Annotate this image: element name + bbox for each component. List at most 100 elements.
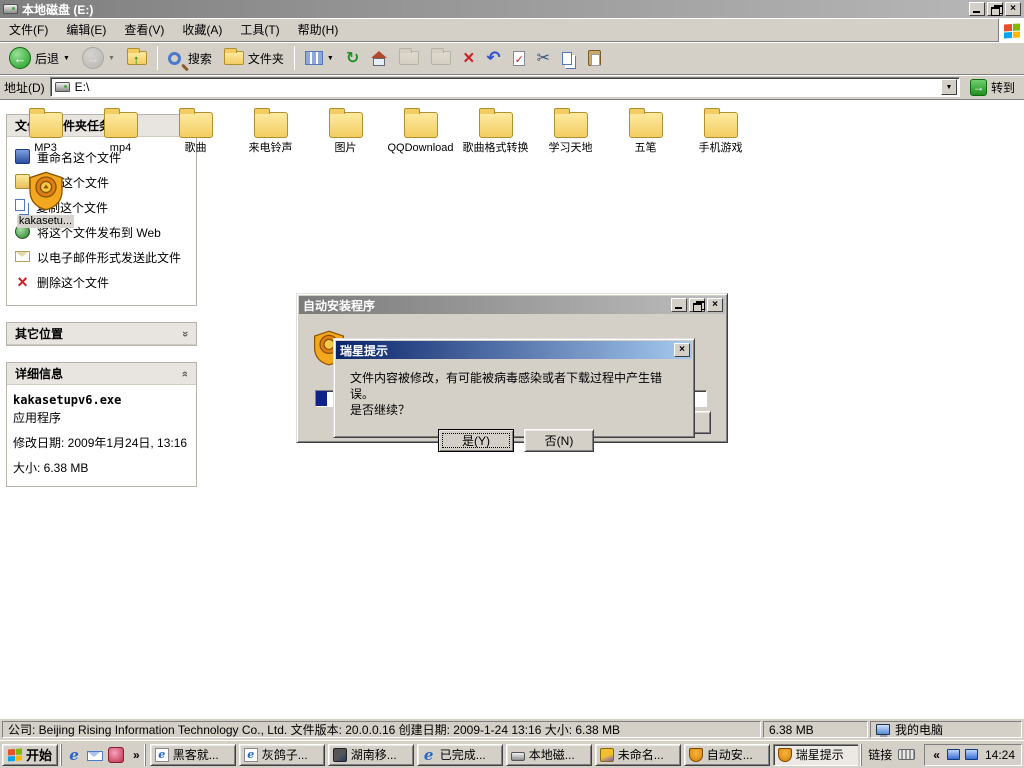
tray-collapse-icon[interactable]: « xyxy=(931,748,942,762)
folder-item[interactable]: MP3 xyxy=(8,106,83,155)
menu-item[interactable]: 工具(T) xyxy=(231,18,288,41)
folder-icon xyxy=(179,112,213,138)
details-panel-body: kakasetupv6.exe 应用程序 修改日期: 2009年1月24日, 1… xyxy=(7,385,196,486)
address-input[interactable]: E:\ ▼ xyxy=(50,77,960,97)
links-label: 链接 xyxy=(868,746,892,763)
address-dropdown-icon[interactable]: ▼ xyxy=(941,79,957,95)
clock: 14:24 xyxy=(983,748,1015,762)
taskbar-task-button[interactable]: 本地磁... xyxy=(506,744,592,766)
address-label: 地址(D) xyxy=(4,79,45,96)
folder-item[interactable]: mp4 xyxy=(83,106,158,155)
yes-button-label: 是(Y) xyxy=(440,431,512,450)
go-button[interactable]: → 转到 xyxy=(965,76,1020,98)
back-label: 后退 xyxy=(35,50,59,67)
network-icon[interactable] xyxy=(965,749,978,760)
installer-minimize-button[interactable] xyxy=(671,298,687,312)
undo-icon: ↶ xyxy=(486,48,500,68)
menu-item[interactable]: 帮助(H) xyxy=(289,18,348,41)
taskbar-task-label: 瑞星提示 xyxy=(796,746,844,763)
forward-button[interactable]: → ▼ xyxy=(77,44,120,72)
checkdoc-button[interactable] xyxy=(508,44,530,72)
folder-item[interactable]: QQDownload xyxy=(383,106,458,155)
links-toolbar[interactable]: 链接 xyxy=(861,744,921,766)
taskbar-task-button[interactable]: 灰鸽子... xyxy=(239,744,325,766)
start-button[interactable]: 开始 xyxy=(2,744,58,766)
paste-button[interactable] xyxy=(583,44,606,72)
menu-item[interactable]: 查看(V) xyxy=(115,18,173,41)
checkdoc-icon xyxy=(513,51,525,66)
windows-flag-icon xyxy=(1004,23,1020,38)
menu-item[interactable]: 编辑(E) xyxy=(57,18,115,41)
taskbar-task-button[interactable]: 自动安... xyxy=(684,744,770,766)
taskbar-task-button[interactable]: 湖南移... xyxy=(328,744,414,766)
folder-grid: MP3 mp4 歌曲 xyxy=(8,106,758,155)
folder-item[interactable]: 来电铃声 xyxy=(233,106,308,155)
task-item-icon xyxy=(15,274,30,289)
folder-item[interactable]: 图片 xyxy=(308,106,383,155)
folder-label: 歌曲格式转换 xyxy=(463,142,529,155)
folder-item[interactable]: 学习天地 xyxy=(533,106,608,155)
views-button[interactable]: ▼ xyxy=(300,44,339,72)
refresh-button[interactable]: ↻ xyxy=(341,44,364,72)
yes-button[interactable]: 是(Y) xyxy=(438,429,514,452)
copy-to-button[interactable] xyxy=(426,44,456,72)
home-button[interactable] xyxy=(366,44,392,72)
installer-titlebar[interactable]: 自动安装程序 × xyxy=(299,296,725,314)
menu-item[interactable]: 文件(F) xyxy=(0,18,57,41)
folder-icon xyxy=(479,112,513,138)
desktop: 本地磁盘 (E:) × 文件(F)编辑(E)查看(V)收藏(A)工具(T)帮助(… xyxy=(0,0,1024,768)
undo-button[interactable]: ↶ xyxy=(481,44,505,72)
folder-item[interactable]: 歌曲格式转换 xyxy=(458,106,533,155)
back-dropdown-icon[interactable]: ▼ xyxy=(63,55,70,62)
views-icon xyxy=(305,51,323,65)
close-button[interactable]: × xyxy=(1005,2,1021,16)
other-places-header[interactable]: 其它位置 » xyxy=(7,323,196,345)
delete-button[interactable]: × xyxy=(458,44,479,72)
taskbar-task-label: 灰鸽子... xyxy=(262,746,308,763)
restore-button[interactable] xyxy=(987,2,1003,16)
details-filename: kakasetupv6.exe xyxy=(13,393,190,407)
network-icon[interactable] xyxy=(947,749,960,760)
back-button[interactable]: ← 后退 ▼ xyxy=(4,44,75,72)
move-to-button[interactable] xyxy=(394,44,424,72)
status-zone-label: 我的电脑 xyxy=(895,721,943,738)
rising-dialog-titlebar[interactable]: 瑞星提示 × xyxy=(336,341,692,359)
folder-item[interactable]: 歌曲 xyxy=(158,106,233,155)
no-button[interactable]: 否(N) xyxy=(524,429,594,452)
rising-close-button[interactable]: × xyxy=(674,343,690,357)
keyboard-icon[interactable] xyxy=(898,749,915,760)
search-button[interactable]: 搜索 xyxy=(163,44,217,72)
taskbar-task-button[interactable]: 瑞星提示 xyxy=(773,744,859,766)
explorer-titlebar[interactable]: 本地磁盘 (E:) × xyxy=(0,0,1024,18)
copy-button[interactable] xyxy=(557,44,581,72)
system-tray: « 14:24 xyxy=(924,744,1022,766)
cut-button[interactable]: ✂ xyxy=(532,44,555,72)
task-item[interactable]: 删除这个文件 xyxy=(13,270,190,295)
exe-file-item[interactable]: kakasetu... xyxy=(8,171,83,228)
menu-item[interactable]: 收藏(A) xyxy=(173,18,231,41)
quick-launch-icon[interactable] xyxy=(66,747,82,763)
minimize-button[interactable] xyxy=(969,2,985,16)
installer-close-button[interactable]: × xyxy=(707,298,723,312)
folder-item[interactable]: 五笔 xyxy=(608,106,683,155)
up-button[interactable]: ↑ xyxy=(122,44,152,72)
quick-launch-icon[interactable] xyxy=(108,747,124,763)
folder-item[interactable]: 手机游戏 xyxy=(683,106,758,155)
refresh-icon: ↻ xyxy=(346,48,359,68)
taskbar-task-button[interactable]: 已完成... xyxy=(417,744,503,766)
taskbar-task-button[interactable]: 未命名... xyxy=(595,744,681,766)
forward-icon: → xyxy=(82,47,104,69)
install-progress-fill xyxy=(316,391,327,406)
task-item[interactable]: 以电子邮件形式发送此文件 xyxy=(13,245,190,270)
taskbar-task-button[interactable]: 黑客就... xyxy=(150,744,236,766)
taskbar-task-label: 黑客就... xyxy=(173,746,219,763)
folder-label: mp4 xyxy=(110,142,131,155)
installer-maximize-button[interactable] xyxy=(689,298,705,312)
folder-label: 来电铃声 xyxy=(249,142,293,155)
details-panel-header[interactable]: 详细信息 » xyxy=(7,363,196,385)
quick-launch-overflow-icon[interactable]: » xyxy=(131,748,142,762)
taskbar-task-icon xyxy=(600,748,614,762)
quick-launch-icon[interactable] xyxy=(87,751,103,761)
folders-button[interactable]: 文件夹 xyxy=(219,44,289,72)
toolbar-separator xyxy=(294,46,295,70)
